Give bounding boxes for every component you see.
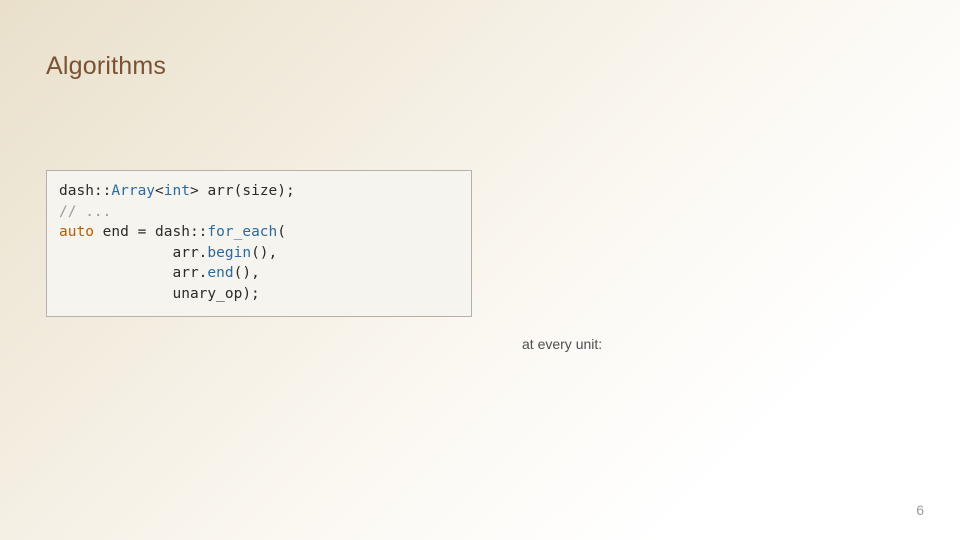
code-t: Array [111, 183, 155, 199]
code-t: dash:: [59, 183, 111, 199]
code-t: < [155, 183, 164, 199]
code-t: end = dash:: [94, 224, 208, 240]
code-t: int [164, 183, 190, 199]
code-t: arr. [59, 265, 207, 281]
code-t: begin [207, 245, 251, 261]
slide: Algorithms dash::Array<int> arr(size); /… [0, 0, 960, 540]
code-t: for_each [207, 224, 277, 240]
code-t: unary_op); [59, 286, 260, 302]
code-block: dash::Array<int> arr(size); // ... auto … [46, 170, 472, 317]
page-title: Algorithms [46, 52, 166, 81]
code-t: ( [277, 224, 286, 240]
code-t: auto [59, 224, 94, 240]
code-t: (), [234, 265, 260, 281]
code-t: (), [251, 245, 277, 261]
code-comment: // ... [59, 204, 111, 220]
code-t: arr. [59, 245, 207, 261]
code-t: > arr(size); [190, 183, 295, 199]
caption-text: at every unit: [522, 336, 602, 352]
page-number: 6 [916, 502, 924, 518]
code-t: end [207, 265, 233, 281]
